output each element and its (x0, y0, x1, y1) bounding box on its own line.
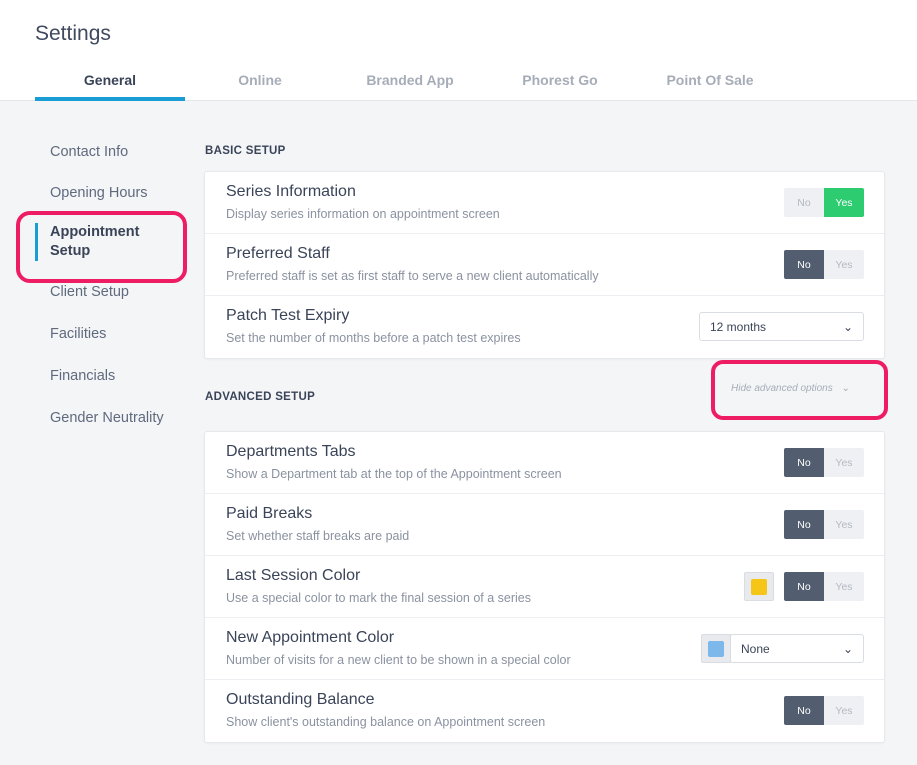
sidebar-item-gender-neutrality[interactable]: Gender Neutrality (35, 410, 195, 426)
chevron-down-icon: ⌄ (842, 642, 853, 656)
setting-title: Series Information (226, 183, 356, 200)
toggle-no-option[interactable]: No (784, 696, 824, 725)
toggle-yes-option[interactable]: Yes (824, 188, 864, 217)
setting-row-series-information: Series Information Display series inform… (205, 172, 884, 234)
setting-row-departments-tabs: Departments Tabs Show a Department tab a… (205, 432, 884, 494)
tab-phorest-go[interactable]: Phorest Go (485, 66, 635, 101)
highlight-annotation-advanced (711, 360, 888, 420)
setting-description: Preferred staff is set as first staff to… (226, 269, 599, 283)
toggle-no-option[interactable]: No (784, 448, 824, 477)
toggle-no-option[interactable]: No (784, 572, 824, 601)
yes-no-toggle[interactable]: No Yes (784, 510, 864, 539)
setting-title: Paid Breaks (226, 505, 313, 522)
toggle-yes-option[interactable]: Yes (824, 448, 864, 477)
select-value: 12 months (710, 319, 767, 334)
setting-description: Show client's outstanding balance on App… (226, 715, 546, 729)
setting-title: Preferred Staff (226, 245, 330, 262)
new-appointment-color-picker[interactable] (701, 634, 731, 663)
sidebar-item-opening-hours[interactable]: Opening Hours (35, 185, 195, 201)
setting-description: Number of visits for a new client to be … (226, 653, 571, 667)
setting-row-patch-test-expiry: Patch Test Expiry Set the number of mont… (205, 296, 884, 358)
setting-title: New Appointment Color (226, 629, 395, 646)
setting-title: Departments Tabs (226, 443, 356, 460)
last-session-color-picker[interactable] (744, 572, 774, 601)
select-value: None (741, 641, 770, 656)
highlight-annotation-nav (16, 211, 187, 283)
page-title: Settings (35, 22, 111, 45)
setting-row-paid-breaks: Paid Breaks Set whether staff breaks are… (205, 494, 884, 556)
toggle-yes-option[interactable]: Yes (824, 572, 864, 601)
setting-title: Last Session Color (226, 567, 361, 584)
setting-description: Set whether staff breaks are paid (226, 529, 410, 543)
setting-description: Set the number of months before a patch … (226, 331, 521, 345)
setting-row-outstanding-balance: Outstanding Balance Show client's outsta… (205, 680, 884, 742)
basic-setup-heading: BASIC SETUP (205, 145, 286, 157)
tab-general[interactable]: General (35, 66, 185, 101)
toggle-yes-option[interactable]: Yes (824, 696, 864, 725)
basic-setup-card: Series Information Display series inform… (204, 171, 885, 359)
color-swatch (708, 640, 724, 657)
yes-no-toggle[interactable]: No Yes (784, 696, 864, 725)
setting-description: Display series information on appointmen… (226, 207, 500, 221)
setting-row-last-session-color: Last Session Color Use a special color t… (205, 556, 884, 618)
tab-branded-app[interactable]: Branded App (335, 66, 485, 101)
advanced-setup-card: Departments Tabs Show a Department tab a… (204, 431, 885, 743)
yes-no-toggle[interactable]: No Yes (784, 448, 864, 477)
toggle-yes-option[interactable]: Yes (824, 250, 864, 279)
sidebar-item-financials[interactable]: Financials (35, 368, 195, 384)
settings-header: Settings General Online Branded App Phor… (0, 0, 917, 101)
setting-title: Patch Test Expiry (226, 307, 350, 324)
setting-description: Use a special color to mark the final se… (226, 591, 531, 605)
advanced-setup-heading: ADVANCED SETUP (205, 391, 316, 403)
color-swatch (751, 578, 767, 595)
settings-tabs: General Online Branded App Phorest Go Po… (35, 66, 785, 101)
toggle-no-option[interactable]: No (784, 188, 824, 217)
patch-test-expiry-select[interactable]: 12 months ⌄ (699, 312, 864, 341)
setting-title: Outstanding Balance (226, 691, 375, 708)
new-appointment-visits-select[interactable]: None ⌄ (730, 634, 864, 663)
toggle-no-option[interactable]: No (784, 510, 824, 539)
setting-row-new-appointment-color: New Appointment Color Number of visits f… (205, 618, 884, 680)
sidebar-item-client-setup[interactable]: Client Setup (35, 284, 195, 300)
sidebar-item-facilities[interactable]: Facilities (35, 326, 195, 342)
yes-no-toggle[interactable]: No Yes (784, 250, 864, 279)
setting-row-preferred-staff: Preferred Staff Preferred staff is set a… (205, 234, 884, 296)
yes-no-toggle[interactable]: No Yes (784, 572, 864, 601)
sidebar-item-contact-info[interactable]: Contact Info (35, 144, 195, 160)
setting-description: Show a Department tab at the top of the … (226, 467, 562, 481)
tab-online[interactable]: Online (185, 66, 335, 101)
toggle-yes-option[interactable]: Yes (824, 510, 864, 539)
yes-no-toggle[interactable]: No Yes (784, 188, 864, 217)
chevron-down-icon: ⌄ (842, 320, 853, 334)
toggle-no-option[interactable]: No (784, 250, 824, 279)
tab-point-of-sale[interactable]: Point Of Sale (635, 66, 785, 101)
